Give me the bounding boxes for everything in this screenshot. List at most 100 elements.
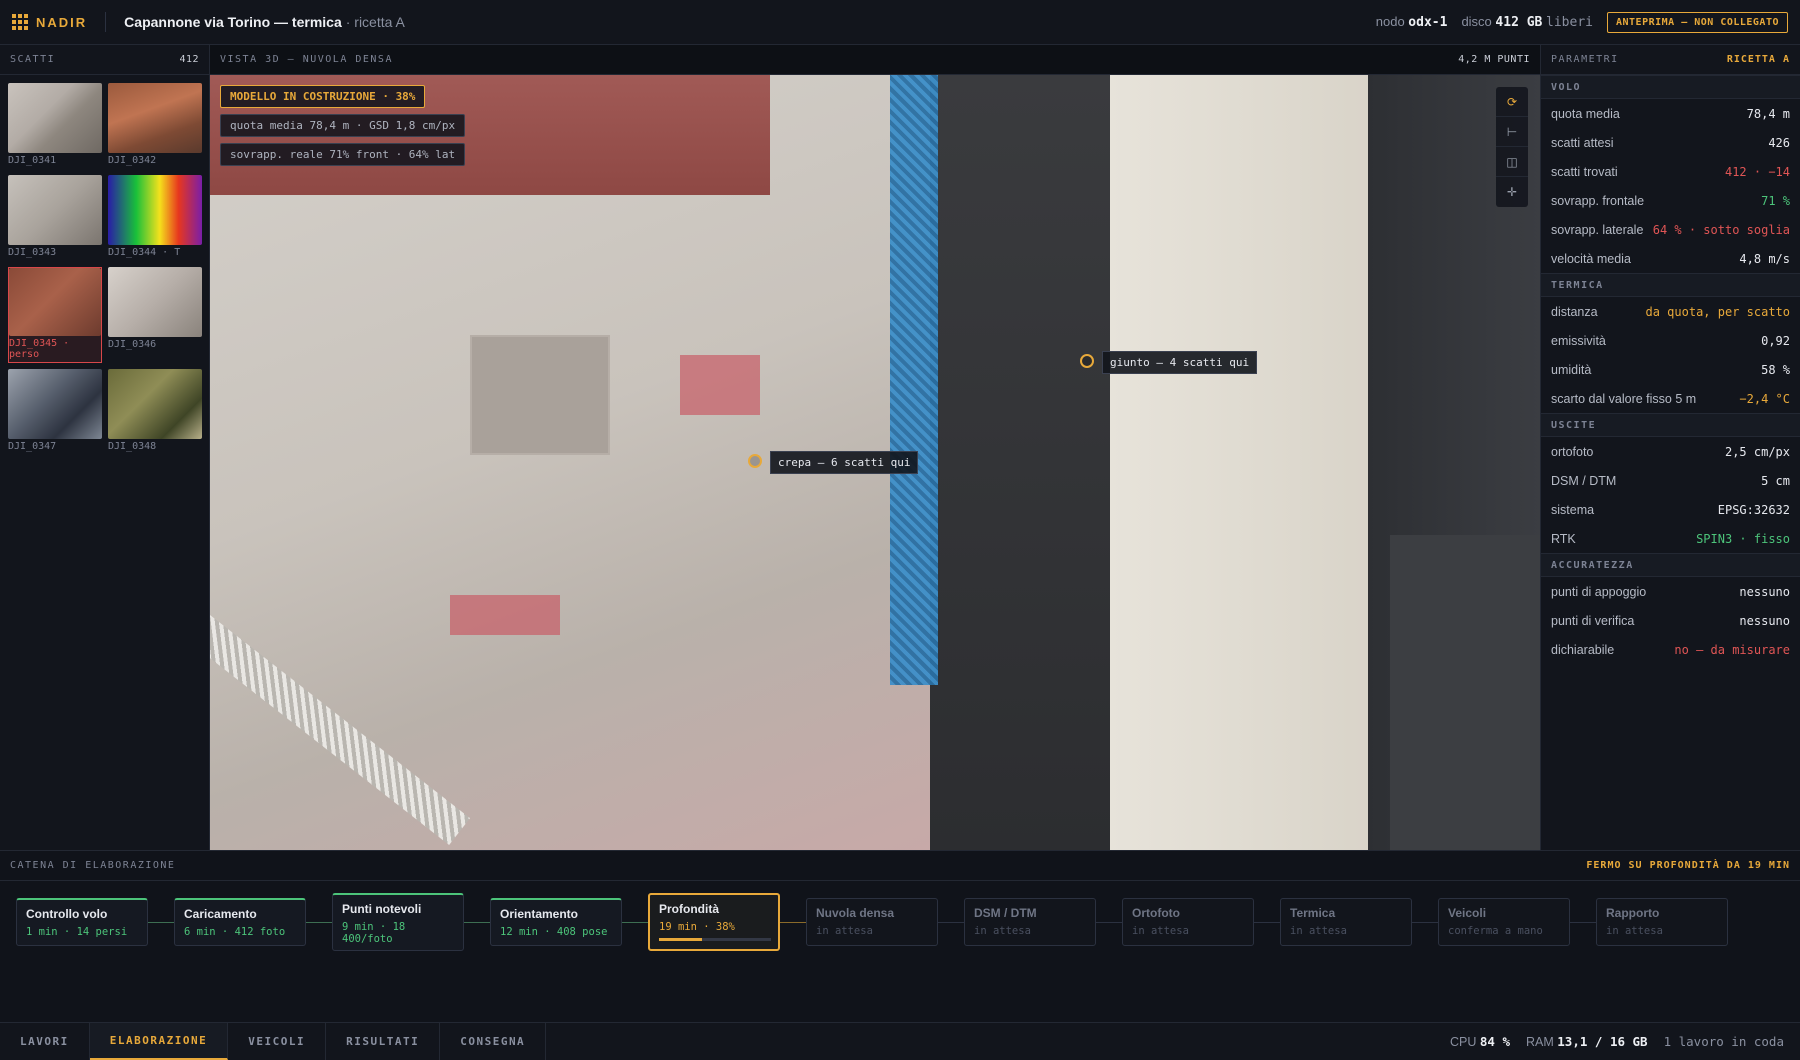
- stage-detail: 12 min · 408 pose: [500, 926, 608, 938]
- point-count: 4,2 M PUNTI: [1458, 54, 1530, 65]
- stage-connector: [306, 921, 332, 923]
- divider: [105, 12, 107, 32]
- param-label: sovrapp. frontale: [1551, 193, 1645, 208]
- stage-progress-bar: [659, 938, 771, 941]
- photo-image: [108, 369, 202, 439]
- param-label: emissività: [1551, 333, 1606, 348]
- stage-connector: [1254, 921, 1280, 923]
- param-row[interactable]: dichiarabile no — da misurare: [1541, 635, 1800, 664]
- photo-caption-lost: DJI_0345 · perso: [9, 338, 70, 360]
- bottom-bar: LAVORI ELABORAZIONE VEICOLI RISULTATI CO…: [0, 1022, 1800, 1060]
- param-row[interactable]: punti di verifica nessuno: [1541, 606, 1800, 635]
- scene-dark-roof: [1390, 535, 1540, 850]
- param-label: punti di verifica: [1551, 613, 1635, 628]
- param-row[interactable]: sovrapp. laterale 64 % · sotto soglia: [1541, 215, 1800, 244]
- photo-thumb[interactable]: DJI_0342: [108, 83, 202, 169]
- layers-icon[interactable]: ◫: [1496, 147, 1528, 177]
- photo-image: [8, 83, 102, 153]
- param-row[interactable]: quota media 78,4 m: [1541, 99, 1800, 128]
- param-row[interactable]: RTK SPIN3 · fisso: [1541, 524, 1800, 553]
- param-row[interactable]: distanza da quota, per scatto: [1541, 297, 1800, 326]
- param-label: sovrapp. laterale: [1551, 222, 1644, 237]
- tab-risultati[interactable]: RISULTATI: [326, 1023, 441, 1060]
- param-row[interactable]: ortofoto 2,5 cm/px: [1541, 437, 1800, 466]
- photo-image: [8, 369, 102, 439]
- stage-name: Punti notevoli: [342, 902, 422, 916]
- disk-value: 412 GB: [1495, 15, 1543, 30]
- photo-thumb-thermal[interactable]: DJI_0344 · T: [108, 175, 202, 261]
- brand-name: NADIR: [36, 14, 88, 30]
- thermal-image: [108, 175, 202, 245]
- photo-thumb[interactable]: DJI_0347: [8, 369, 102, 455]
- brand[interactable]: NADIR: [12, 14, 87, 30]
- stage-name: Controllo volo: [26, 907, 108, 921]
- disk-status: disco 412 GB liberi: [1461, 14, 1593, 30]
- stage-detail: in attesa: [974, 925, 1031, 937]
- pipeline-stage[interactable]: Rapporto in attesa: [1596, 898, 1728, 946]
- pipeline-stage[interactable]: Termica in attesa: [1280, 898, 1412, 946]
- photo-thumb-lost[interactable]: DJI_0345 · perso: [8, 267, 102, 363]
- param-label: scatti attesi: [1551, 135, 1614, 150]
- node-status: nodo odx-1: [1376, 14, 1448, 30]
- stage-connector: [1412, 921, 1438, 923]
- photo-caption: DJI_0344 · T: [108, 247, 181, 258]
- measure-icon[interactable]: ⊢: [1496, 117, 1528, 147]
- tab-consegna[interactable]: CONSEGNA: [440, 1023, 547, 1060]
- stage-connector: [1096, 921, 1122, 923]
- param-row[interactable]: scarto dal valore fisso 5 m −2,4 °C: [1541, 384, 1800, 413]
- viewport-title: VISTA 3D — NUVOLA DENSA: [220, 54, 393, 65]
- tab-elaborazione[interactable]: ELABORAZIONE: [89, 1023, 229, 1060]
- pipeline-stage[interactable]: Caricamento 6 min · 412 foto: [174, 898, 306, 946]
- pipeline-stage[interactable]: Ortofoto in attesa: [1122, 898, 1254, 946]
- stage-name: Termica: [1290, 906, 1336, 920]
- pipeline-stage[interactable]: Controllo volo 1 min · 14 persi: [16, 898, 148, 946]
- param-value: 64 % · sotto soglia: [1652, 222, 1790, 237]
- ram-stat: RAM 13,1 / 16 GB: [1526, 1034, 1648, 1049]
- photo-thumb[interactable]: DJI_0343: [8, 175, 102, 261]
- joint-marker[interactable]: [1080, 354, 1094, 368]
- apps-grid-icon[interactable]: [12, 14, 28, 30]
- param-row[interactable]: scatti attesi 426: [1541, 128, 1800, 157]
- recipe-label[interactable]: RICETTA A: [1727, 54, 1790, 65]
- disk-label: disco: [1461, 14, 1492, 29]
- param-label: umidità: [1551, 362, 1592, 377]
- param-label: RTK: [1551, 531, 1576, 546]
- param-label: dichiarabile: [1551, 642, 1615, 657]
- photo-thumb[interactable]: DJI_0348: [108, 369, 202, 455]
- param-row[interactable]: punti di appoggio nessuno: [1541, 577, 1800, 606]
- photo-caption: DJI_0342: [108, 155, 157, 166]
- pipeline-stage[interactable]: Punti notevoli 9 min · 18 400/foto: [332, 893, 464, 951]
- param-row[interactable]: emissività 0,92: [1541, 326, 1800, 355]
- photo-thumb[interactable]: DJI_0341: [8, 83, 102, 169]
- point-cloud-view[interactable]: MODELLO IN COSTRUZIONE · 38% quota media…: [210, 75, 1540, 850]
- ram-label: RAM: [1526, 1035, 1554, 1049]
- param-value: nessuno: [1739, 584, 1790, 599]
- crosshair-icon[interactable]: ✛: [1496, 177, 1528, 207]
- param-row[interactable]: scatti trovati 412 · −14: [1541, 157, 1800, 186]
- param-row[interactable]: sistema EPSG:32632: [1541, 495, 1800, 524]
- pipeline-stage[interactable]: Profondità 19 min · 38%: [648, 893, 780, 951]
- build-progress-badge: MODELLO IN COSTRUZIONE · 38%: [220, 85, 426, 108]
- param-value: no — da misurare: [1674, 642, 1790, 657]
- param-label: punti di appoggio: [1551, 584, 1647, 599]
- crack-marker[interactable]: [748, 454, 762, 468]
- tab-lavori[interactable]: LAVORI: [0, 1023, 90, 1060]
- param-row[interactable]: DSM / DTM 5 cm: [1541, 466, 1800, 495]
- cpu-stat: CPU 84 %: [1450, 1034, 1510, 1049]
- photos-title: SCATTI: [10, 54, 56, 65]
- param-row[interactable]: umidità 58 %: [1541, 355, 1800, 384]
- stage-connector: [464, 921, 490, 923]
- tab-veicoli[interactable]: VEICOLI: [228, 1023, 327, 1060]
- pipeline-stage[interactable]: Veicoli conferma a mano: [1438, 898, 1570, 946]
- pipeline-stage[interactable]: DSM / DTM in attesa: [964, 898, 1096, 946]
- params-title: PARAMETRI: [1551, 54, 1619, 65]
- photo-thumb[interactable]: DJI_0346: [108, 267, 202, 363]
- rotate-icon[interactable]: ⟳: [1496, 87, 1528, 117]
- param-value: −2,4 °C: [1739, 391, 1790, 406]
- photo-grid: DJI_0341 DJI_0342 DJI_0343 DJI_0344 · T …: [0, 75, 209, 463]
- pipeline-stage[interactable]: Orientamento 12 min · 408 pose: [490, 898, 622, 946]
- param-row[interactable]: sovrapp. frontale 71 %: [1541, 186, 1800, 215]
- param-row[interactable]: velocità media 4,8 m/s: [1541, 244, 1800, 273]
- pipeline-stage[interactable]: Nuvola densa in attesa: [806, 898, 938, 946]
- param-value: 58 %: [1761, 362, 1790, 377]
